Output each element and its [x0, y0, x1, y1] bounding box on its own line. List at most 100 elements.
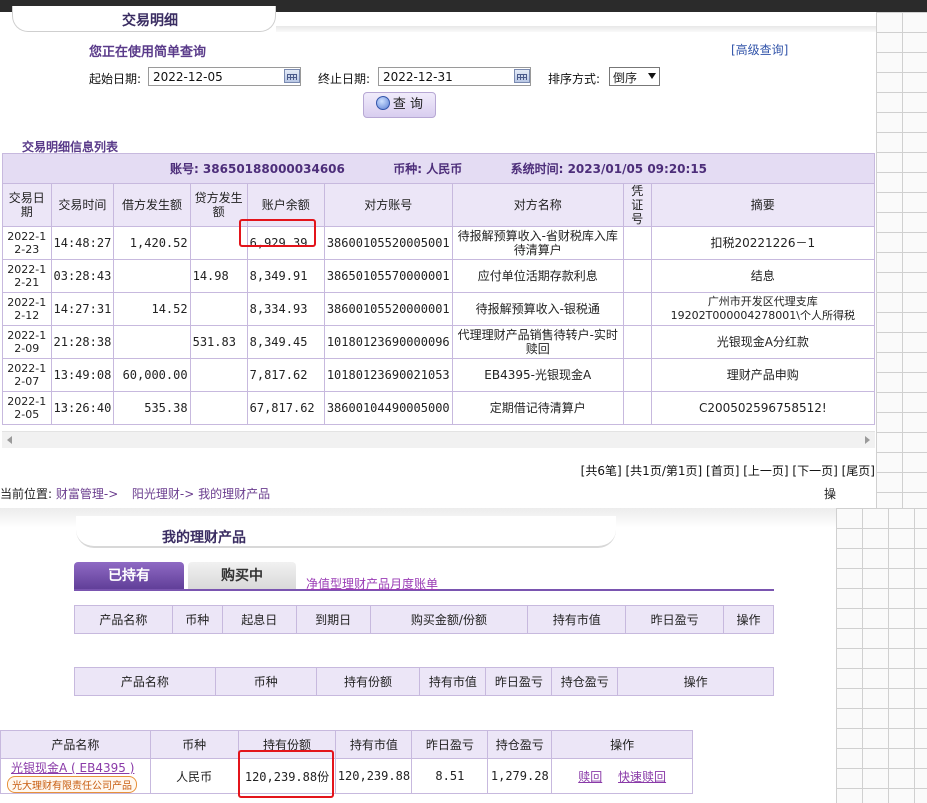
truncated-text: 操 — [824, 487, 837, 501]
column-header: 持有市值 — [527, 605, 627, 634]
txn-voucher — [622, 292, 652, 326]
column-header: 操作 — [723, 605, 774, 634]
products-table-1: 产品名称 币种 起息日 到期日 购买金额/份额 持有市值 昨日盈亏 操作 — [74, 605, 774, 634]
pager-next[interactable]: [下一页] — [792, 464, 837, 478]
table-row: 2022-12-23 14:48:27 1,420.52 6,929.39 386001… — [2, 226, 876, 260]
column-header: 持仓盈亏 — [551, 667, 619, 696]
end-date-input[interactable]: 2022-12-31 — [378, 67, 531, 86]
holding-currency: 人民币 — [149, 758, 239, 794]
column-header: 币种 — [149, 730, 239, 759]
table-row: 2022-12-07 13:49:08 60,000.00 7,817.62 10180… — [2, 358, 876, 392]
txn-debit: 60,000.00 — [113, 358, 191, 392]
column-header: 操作 — [617, 667, 774, 696]
table-header-row: 产品名称 币种 持有份额 持有市值 昨日盈亏 持仓盈亏 操作 — [0, 730, 693, 759]
table-row: 光银现金A ( EB4395 ) 光大理财有限责任公司产品 人民币 120,23… — [0, 758, 693, 794]
pager-prev[interactable]: [上一页] — [743, 464, 788, 478]
page-title: 交易明细 — [122, 13, 178, 29]
account-info-row: 账号: 38650188000034606 币种: 人民币 系统时间: 2023… — [2, 153, 875, 184]
txn-voucher — [622, 325, 652, 359]
txn-counterparty-name: 待报解预算收入-省财税库入库待清算户 — [451, 226, 624, 260]
column-header: 币种 — [214, 667, 317, 696]
tab-holding[interactable]: 已持有 — [74, 562, 184, 590]
column-header: 凭证号 — [622, 183, 652, 227]
table-row: 2022-12-21 03:28:43 14.98 8,349.91 386501055… — [2, 259, 876, 293]
column-header: 昨日盈亏 — [485, 667, 553, 696]
column-header: 持有市值 — [419, 667, 487, 696]
txn-balance: 8,334.93 — [246, 292, 325, 326]
txn-counterparty-name: 待报解预算收入-银税通 — [451, 292, 624, 326]
breadcrumb-sunshine[interactable]: 阳光理财-> — [132, 487, 194, 501]
product-name-link[interactable]: 光银现金A ( EB4395 ) — [1, 759, 150, 776]
txn-counterparty-name: 定期借记待清算户 — [451, 391, 624, 425]
txn-credit — [189, 358, 248, 392]
holding-yesterday-pnl: 8.51 — [411, 758, 489, 794]
table-row: 2022-12-12 14:27:31 14.52 8,334.93 386001055… — [2, 292, 876, 326]
pager-first[interactable]: [首页] — [706, 464, 739, 478]
txn-counterparty-name: 代理理财产品销售待转户-实时赎回 — [451, 325, 624, 359]
txn-memo: 扣税20221226－1 — [650, 226, 876, 260]
end-date-label: 终止日期: — [318, 72, 371, 86]
calendar-icon[interactable] — [514, 69, 530, 83]
pager-last[interactable]: [尾页] — [842, 464, 875, 478]
scroll-left-icon[interactable] — [7, 436, 12, 444]
horizontal-scrollbar[interactable] — [2, 431, 875, 448]
txn-voucher — [622, 226, 652, 260]
pager-pages: [共1页/第1页] — [625, 464, 703, 478]
globe-search-icon — [375, 96, 390, 110]
column-header: 币种 — [171, 605, 223, 634]
calendar-icon[interactable] — [284, 69, 300, 83]
txn-memo: 结息 — [650, 259, 876, 293]
txn-date: 2022-12-21 — [2, 259, 52, 293]
column-header: 对方名称 — [451, 183, 624, 227]
txn-voucher — [622, 259, 652, 293]
txn-time: 13:26:40 — [50, 391, 115, 425]
txn-memo: C200502596758512! — [650, 391, 876, 425]
monthly-statement-link[interactable]: 净值型理财产品月度账单 — [306, 575, 438, 592]
table-header-row: 产品名称 币种 起息日 到期日 购买金额/份额 持有市值 昨日盈亏 操作 — [74, 605, 774, 634]
txn-debit — [113, 259, 191, 293]
transaction-table: 账号: 38650188000034606 币种: 人民币 系统时间: 2023… — [2, 153, 876, 425]
txn-time: 14:48:27 — [50, 226, 115, 260]
start-date-input[interactable]: 2022-12-05 — [148, 67, 301, 86]
breadcrumb-wealth[interactable]: 财富管理-> — [56, 487, 118, 501]
txn-time: 03:28:43 — [50, 259, 115, 293]
breadcrumb-prefix: 当前位置: — [0, 487, 53, 501]
column-header: 操作 — [551, 730, 693, 759]
products-title: 我的理财产品 — [162, 530, 246, 546]
sort-select-value: 倒序 — [613, 71, 638, 85]
breadcrumb: 当前位置: 财富管理-> 阳光理财-> 我的理财产品 — [0, 485, 270, 502]
txn-voucher — [622, 358, 652, 392]
column-header: 持有份额 — [315, 667, 421, 696]
query-button[interactable]: 查 询 — [363, 92, 436, 118]
holdings-table: 产品名称 币种 持有份额 持有市值 昨日盈亏 持仓盈亏 操作 光银现金A ( E… — [0, 730, 693, 794]
pager-total: [共6笔] — [580, 464, 622, 478]
table-row: 2022-12-05 13:26:40 535.38 67,817.62 3860010… — [2, 391, 876, 425]
chevron-down-icon — [648, 73, 656, 79]
table-row: 2022-12-09 21:28:38 531.83 8,349.45 10180123… — [2, 325, 876, 359]
txn-credit: 14.98 — [189, 259, 248, 293]
txn-date: 2022-12-07 — [2, 358, 52, 392]
quick-redeem-link[interactable]: 快速赎回 — [618, 770, 666, 784]
txn-credit: 531.83 — [189, 325, 248, 359]
breadcrumb-my-products[interactable]: 我的理财产品 — [198, 487, 270, 501]
txn-balance: 67,817.62 — [246, 391, 325, 425]
background-spreadsheet-grid-lower — [836, 508, 927, 803]
scroll-right-icon[interactable] — [865, 436, 870, 444]
tab-buying[interactable]: 购买中 — [188, 562, 296, 590]
pager: [共6笔] [共1页/第1页] [首页] [上一页] [下一页] [尾页] — [581, 462, 875, 479]
column-header: 交易时间 — [50, 183, 115, 227]
column-header: 到期日 — [295, 605, 371, 634]
column-header: 交易日期 — [2, 183, 52, 227]
txn-date: 2022-12-05 — [2, 391, 52, 425]
advanced-query-link[interactable]: [高级查询] — [731, 41, 788, 58]
txn-counterparty-account: 38600104490005000 — [323, 391, 453, 425]
holding-market-value: 120,239.88 — [335, 758, 413, 794]
highlight-shares-box — [238, 750, 334, 798]
sort-select[interactable]: 倒序 — [609, 67, 660, 86]
redeem-link[interactable]: 赎回 — [578, 770, 602, 784]
column-header: 昨日盈亏 — [625, 605, 724, 634]
account-number: 账号: 38650188000034606 — [169, 162, 345, 176]
txn-date: 2022-12-12 — [2, 292, 52, 326]
products-table-2: 产品名称 币种 持有份额 持有市值 昨日盈亏 持仓盈亏 操作 — [74, 667, 774, 696]
txn-balance: 8,349.45 — [246, 325, 325, 359]
